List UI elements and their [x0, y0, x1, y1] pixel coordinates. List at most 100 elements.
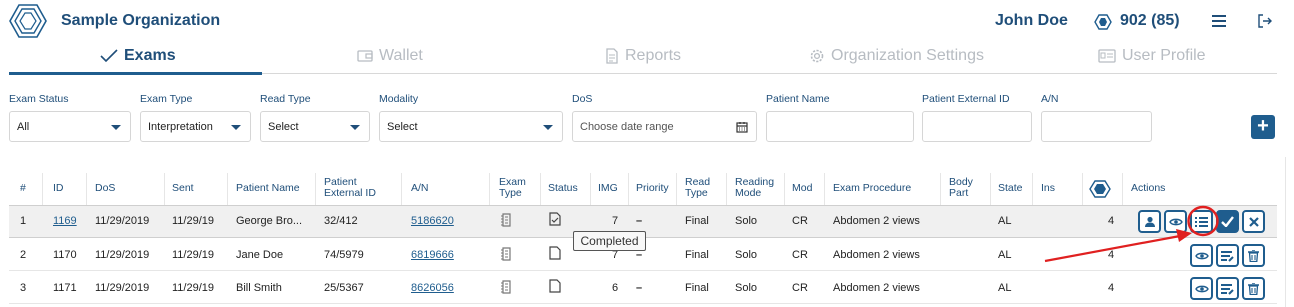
col-header-read-type-line2: Type: [685, 187, 708, 199]
row-state: AL: [998, 215, 1012, 227]
document-icon[interactable]: [549, 246, 561, 260]
column-separator: [315, 173, 316, 206]
row-priority: –: [636, 282, 643, 294]
col-header-img[interactable]: IMG: [598, 183, 618, 194]
col-header-sent[interactable]: Sent: [172, 183, 194, 194]
column-separator: [940, 173, 941, 206]
chevron-down-icon: [543, 125, 553, 130]
row-an-link[interactable]: 6819666: [411, 249, 454, 261]
column-separator: [164, 173, 165, 206]
col-header-patient-external-id[interactable]: Patient External ID: [324, 177, 376, 199]
col-header-exam-type[interactable]: Exam Type: [499, 177, 526, 199]
user-name[interactable]: John Doe: [995, 12, 1068, 30]
tab-wallet[interactable]: Wallet: [357, 47, 423, 65]
delete-exam-button[interactable]: [1242, 277, 1265, 300]
eye-icon: [1194, 285, 1209, 292]
chevron-down-icon: [111, 125, 121, 130]
col-header-read-type[interactable]: Read Type: [685, 177, 710, 199]
checkmark-icon: [1221, 216, 1234, 227]
tab-organization-settings[interactable]: Organization Settings: [809, 47, 984, 65]
exam-type-select[interactable]: Interpretation: [140, 111, 251, 142]
document-icon[interactable]: [549, 279, 561, 293]
exam-status-select[interactable]: All: [9, 111, 131, 142]
row-id-link[interactable]: 1169: [53, 215, 77, 227]
row-exam-procedure: Abdomen 2 views: [833, 215, 920, 227]
column-separator: [824, 173, 825, 206]
row-patient-external-id: 25/5367: [324, 282, 364, 294]
reject-exam-button[interactable]: [1242, 210, 1265, 233]
edit-exam-button[interactable]: [1216, 244, 1239, 267]
row-sent: 11/29/19: [172, 249, 215, 261]
column-separator: [990, 173, 991, 206]
scroll-document-icon: [501, 213, 511, 227]
an-input[interactable]: [1041, 111, 1152, 142]
exam-status-label: Exam Status: [9, 93, 69, 105]
row-reading-mode: Solo: [735, 215, 758, 227]
col-header-exam-type-line2: Type: [499, 187, 522, 199]
row-patient-external-id: 74/5979: [324, 249, 364, 261]
row-id[interactable]: 1171: [53, 282, 77, 294]
col-header-status[interactable]: Status: [548, 183, 578, 194]
col-header-an[interactable]: A/N: [411, 183, 429, 194]
col-header-patient-name[interactable]: Patient Name: [236, 183, 300, 194]
row-num: 3: [20, 282, 27, 294]
credits-balance: 902 (85): [1120, 12, 1180, 29]
col-header-state[interactable]: State: [998, 183, 1023, 194]
tab-exams-label: Exams: [124, 47, 176, 64]
col-header-id[interactable]: ID: [53, 183, 64, 194]
row-an-link[interactable]: 5186620: [411, 215, 454, 227]
read-type-label: Read Type: [260, 93, 311, 105]
modality-select[interactable]: Select: [379, 111, 563, 142]
document-check-icon[interactable]: [549, 212, 561, 226]
tab-user-profile[interactable]: User Profile: [1098, 47, 1206, 65]
hexagon-logo-icon: [9, 4, 47, 38]
col-header-ins[interactable]: Ins: [1041, 183, 1055, 194]
row-exam-procedure: Abdomen 2 views: [833, 282, 920, 294]
scroll-document-icon: [501, 247, 511, 261]
col-header-body-part[interactable]: Body Part: [949, 177, 973, 199]
col-header-num: #: [20, 182, 26, 194]
row-img: 7: [612, 215, 619, 227]
tab-reports-label: Reports: [625, 47, 682, 64]
delete-exam-button[interactable]: [1242, 244, 1265, 267]
row-patient-name: Jane Doe: [236, 249, 284, 261]
col-header-exam-procedure[interactable]: Exam Procedure: [833, 183, 911, 194]
col-header-mod[interactable]: Mod: [792, 183, 812, 194]
tab-exams[interactable]: Exams: [100, 47, 176, 65]
column-separator: [1082, 173, 1083, 206]
row-dos: 11/29/2019: [95, 249, 150, 261]
col-header-body-part-line2: Part: [949, 187, 969, 199]
exam-type-label: Exam Type: [140, 93, 193, 105]
dos-date-range-input[interactable]: Choose date range: [572, 111, 757, 142]
hamburger-menu-icon[interactable]: [1212, 14, 1226, 28]
read-type-select[interactable]: Select: [260, 111, 370, 142]
col-header-dos[interactable]: DoS: [95, 183, 115, 194]
id-card-icon: [1098, 49, 1116, 63]
column-separator: [401, 173, 402, 206]
patient-external-id-input[interactable]: [922, 111, 1032, 142]
view-exam-button[interactable]: [1190, 277, 1213, 300]
status-tooltip: Completed: [573, 231, 646, 251]
col-header-actions: Actions: [1131, 182, 1166, 194]
col-header-patient-external-id-line2: External ID: [324, 187, 376, 199]
add-exam-button[interactable]: +: [1251, 115, 1275, 139]
col-header-priority[interactable]: Priority: [636, 183, 669, 194]
row-an-link[interactable]: 8626056: [411, 282, 454, 294]
patient-name-input[interactable]: [766, 111, 914, 142]
tab-reports[interactable]: Reports: [605, 47, 681, 65]
modality-value: Select: [387, 120, 418, 133]
edit-exam-button[interactable]: [1216, 277, 1239, 300]
gear-icon: [810, 49, 824, 63]
hexagon-credits-icon: [1089, 180, 1111, 198]
row-priority: –: [636, 215, 643, 227]
column-separator: [784, 173, 785, 206]
eye-icon: [1168, 218, 1183, 225]
column-separator: [489, 173, 490, 206]
col-header-reading-mode-line2: Mode: [735, 187, 762, 199]
col-header-reading-mode[interactable]: Reading Mode: [735, 177, 774, 199]
organization-name: Sample Organization: [61, 12, 221, 29]
logout-icon[interactable]: [1257, 13, 1273, 29]
report-icon: [606, 48, 618, 64]
edit-lines-icon: [1221, 283, 1234, 295]
row-id[interactable]: 1170: [53, 249, 77, 261]
